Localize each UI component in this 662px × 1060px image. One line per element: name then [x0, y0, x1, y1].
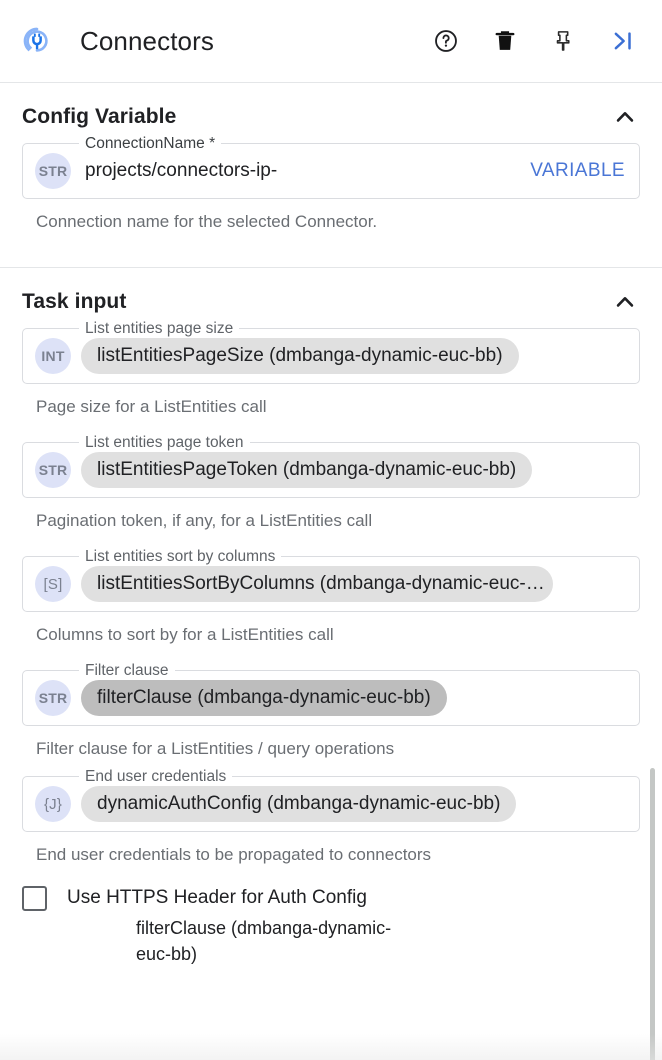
field-connection-name: ConnectionName * STR projects/connectors… [22, 143, 640, 233]
input-filter-clause[interactable]: Filter clause STR filterClause (dmbanga-… [22, 670, 640, 726]
input-list-entities-page-size[interactable]: List entities page size INT listEntities… [22, 328, 640, 384]
field-list-entities-page-token: List entities page token STR listEntitie… [22, 442, 640, 532]
type-badge-string-array: [S] [35, 566, 71, 602]
value-chip[interactable]: dynamicAuthConfig (dmbanga-dynamic-euc-b… [81, 786, 516, 822]
collapse-panel-icon[interactable] [610, 28, 636, 54]
field-list-entities-page-size: List entities page size INT listEntities… [22, 328, 640, 418]
help-icon[interactable] [433, 28, 459, 54]
bottom-fade [0, 1034, 662, 1060]
value-chip[interactable]: listEntitiesPageSize (dmbanga-dynamic-eu… [81, 338, 519, 374]
field-filter-clause: Filter clause STR filterClause (dmbanga-… [22, 670, 640, 760]
field-hint: Pagination token, if any, for a ListEnti… [22, 498, 640, 532]
field-label: End user credentials [79, 768, 232, 786]
scrollbar-track[interactable] [651, 173, 659, 1052]
field-value: projects/connectors-ip- [85, 160, 277, 182]
value-chip[interactable]: filterClause (dmbanga-dynamic-euc-bb) [81, 680, 447, 716]
header-actions [433, 28, 636, 54]
field-list-entities-sort-by-columns: List entities sort by columns [S] listEn… [22, 556, 640, 646]
field-hint: End user credentials to be propagated to… [22, 832, 640, 866]
checkbox-label: Use HTTPS Header for Auth Config [67, 887, 367, 909]
section-task-input: Task input List entities page size INT l… [0, 268, 662, 866]
field-hint: Connection name for the selected Connect… [22, 199, 640, 233]
panel-body[interactable]: Config Variable ConnectionName * STR pro… [0, 83, 662, 1060]
value-chip[interactable]: listEntitiesSortByColumns (dmbanga-dynam… [81, 566, 553, 602]
type-badge-str: STR [35, 452, 71, 488]
section-header-task-input[interactable]: Task input [22, 268, 640, 328]
input-end-user-credentials[interactable]: End user credentials {J} dynamicAuthConf… [22, 776, 640, 832]
connectors-panel: Connectors [0, 0, 662, 1060]
field-hint: Filter clause for a ListEntities / query… [22, 726, 640, 760]
delete-icon[interactable] [492, 28, 518, 54]
value-chip[interactable]: listEntitiesPageToken (dmbanga-dynamic-e… [81, 452, 532, 488]
field-label: List entities page size [79, 320, 239, 338]
page-title: Connectors [80, 26, 214, 57]
field-hint: Page size for a ListEntities call [22, 384, 640, 418]
panel-header: Connectors [0, 0, 662, 83]
input-list-entities-page-token[interactable]: List entities page token STR listEntitie… [22, 442, 640, 498]
scrollbar-thumb[interactable] [650, 768, 655, 1060]
section-title: Task input [22, 290, 126, 314]
type-badge-int: INT [35, 338, 71, 374]
field-label: ConnectionName * [79, 135, 221, 153]
input-list-entities-sort-by-columns[interactable]: List entities sort by columns [S] listEn… [22, 556, 640, 612]
field-label: List entities sort by columns [79, 548, 281, 566]
tooltip-filter-clause: filterClause (dmbanga-dynamic-euc-bb) [128, 911, 418, 975]
connector-plug-icon [22, 26, 52, 56]
field-label: Filter clause [79, 662, 175, 680]
chevron-up-icon[interactable] [610, 102, 640, 132]
variable-button[interactable]: VARIABLE [530, 160, 625, 182]
field-label: List entities page token [79, 434, 250, 452]
section-config-variable: Config Variable ConnectionName * STR pro… [0, 83, 662, 233]
input-connection-name[interactable]: ConnectionName * STR projects/connectors… [22, 143, 640, 199]
checkbox-use-https-header[interactable] [22, 886, 47, 911]
field-end-user-credentials: End user credentials {J} dynamicAuthConf… [22, 776, 640, 866]
type-badge-json: {J} [35, 786, 71, 822]
section-header-config-variable[interactable]: Config Variable [22, 83, 640, 143]
type-badge-str: STR [35, 153, 71, 189]
type-badge-str: STR [35, 680, 71, 716]
section-title: Config Variable [22, 105, 176, 129]
pin-icon[interactable] [551, 28, 577, 54]
field-hint: Columns to sort by for a ListEntities ca… [22, 612, 640, 646]
chevron-up-icon[interactable] [610, 287, 640, 317]
